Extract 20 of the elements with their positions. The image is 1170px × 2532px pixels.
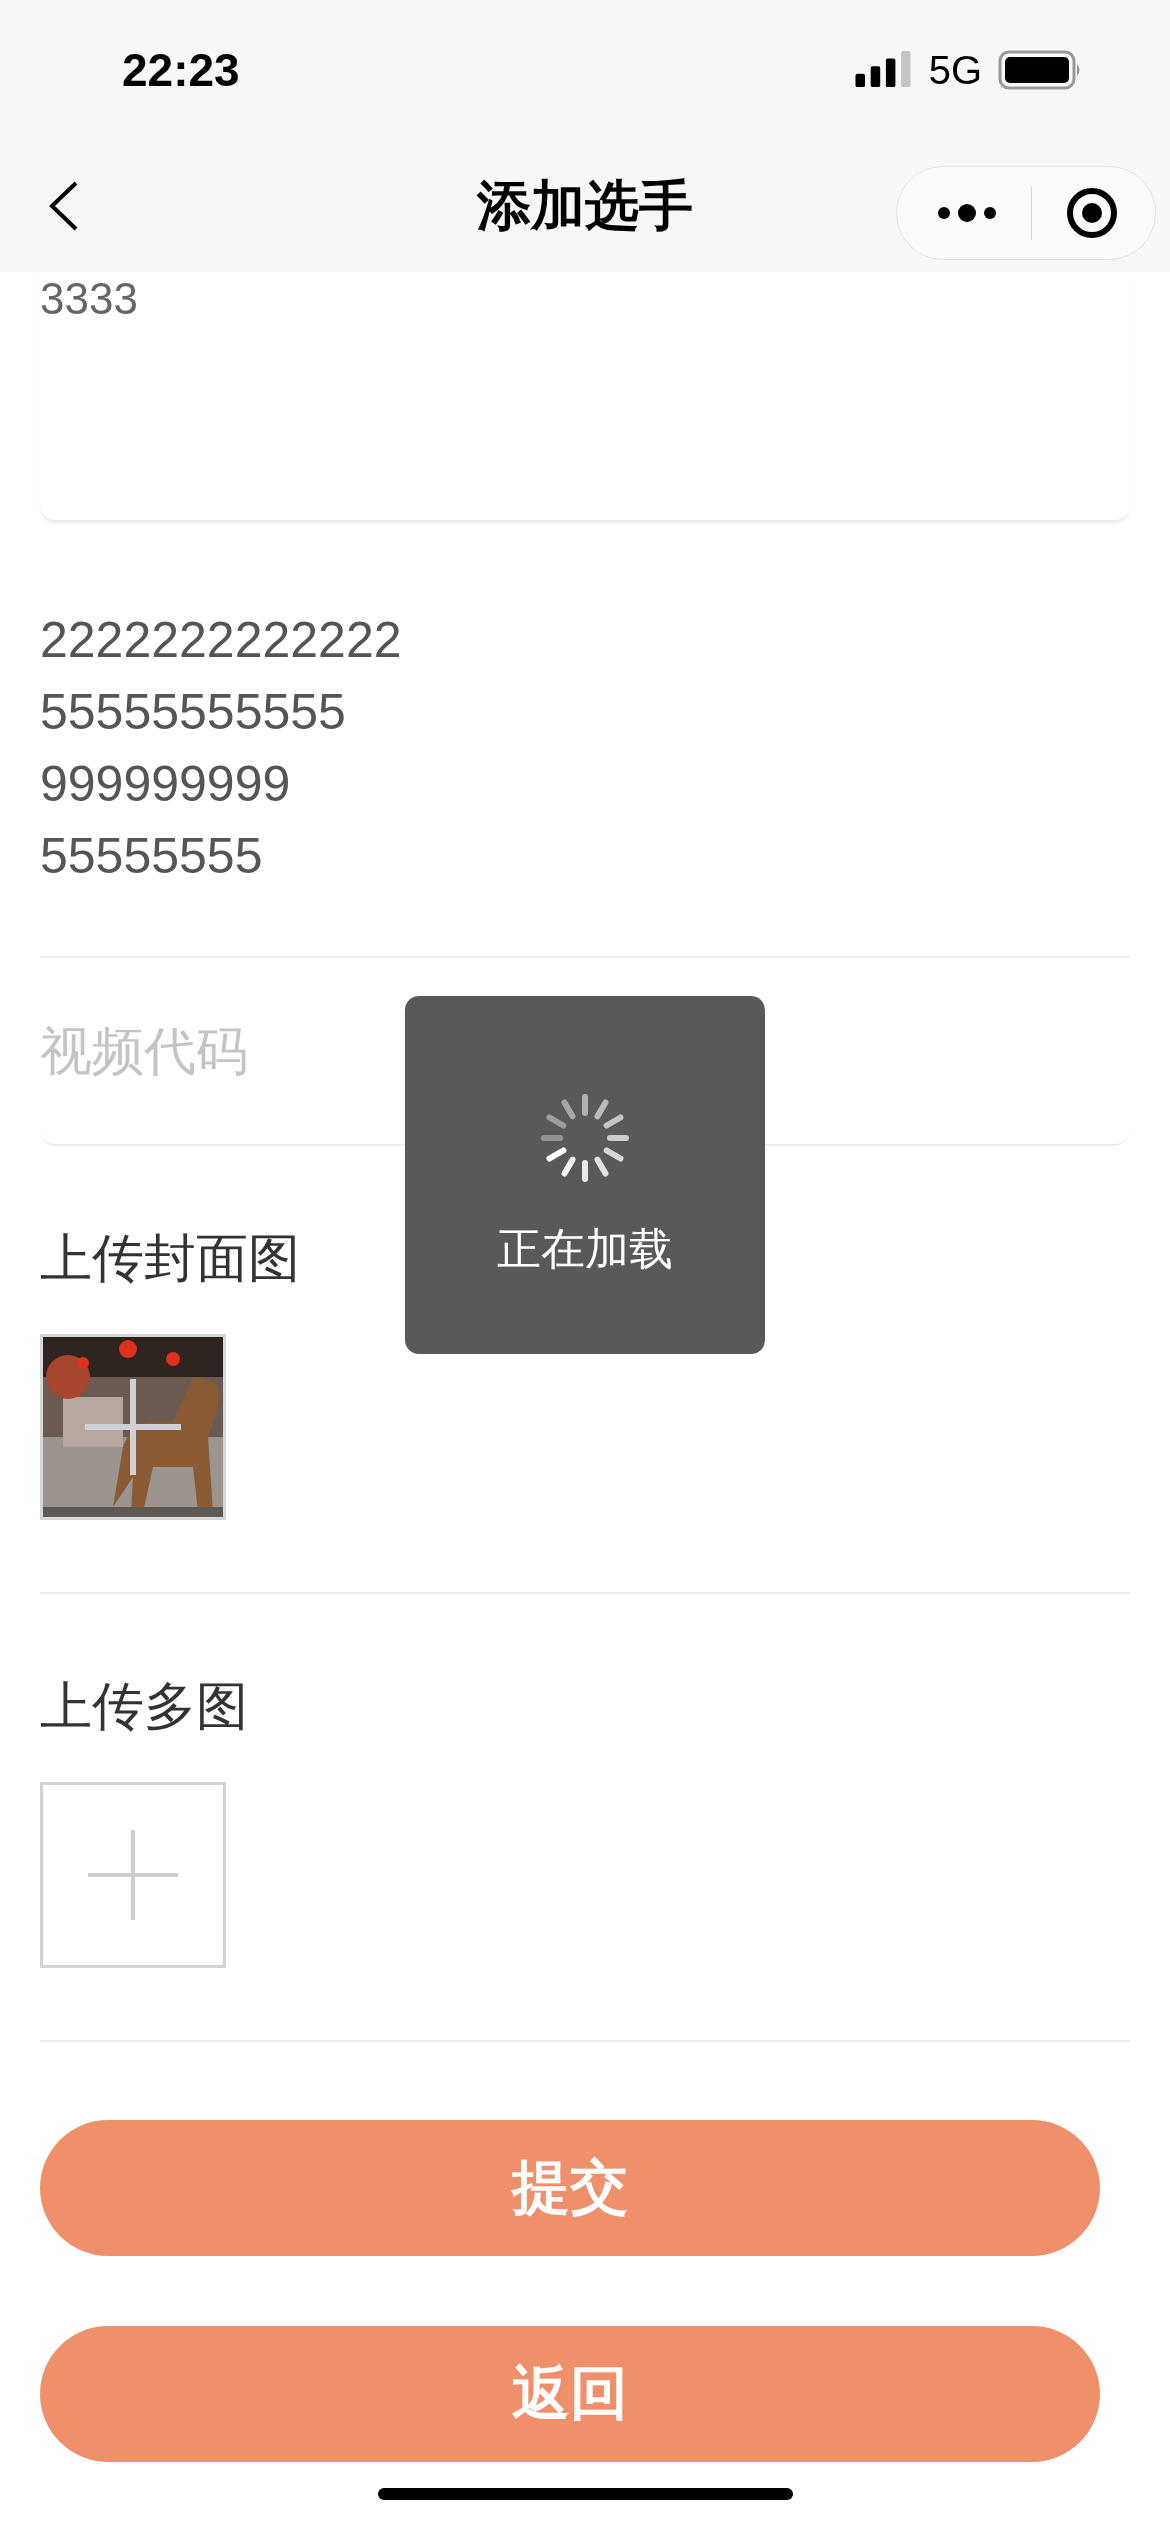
section-label: 上传多图 [40, 1675, 248, 1738]
textarea-field[interactable]: 3333 [40, 272, 1130, 522]
action-button[interactable]: 提交 [40, 2120, 1100, 2256]
textarea-value: 3333 [40, 273, 139, 324]
more-icon[interactable] [937, 203, 997, 223]
text-line: 55555555 [40, 827, 264, 886]
text-line: 2222222222222 [40, 611, 403, 670]
page-title: 添加选手 [477, 172, 693, 239]
spinner-icon [539, 1091, 631, 1184]
battery-icon [998, 50, 1082, 90]
text-line: 999999999 [40, 755, 292, 814]
plus-icon [85, 1379, 181, 1475]
text-line: 55555555555 [40, 683, 347, 742]
toast-text: 正在加载 [497, 1221, 673, 1276]
signal-icon [854, 51, 913, 89]
action-button[interactable]: 返回 [40, 2326, 1100, 2462]
section-label: 上传封面图 [40, 1227, 300, 1290]
plus-icon [88, 1830, 178, 1920]
network-label: 5G [928, 47, 982, 93]
status-time: 22:23 [122, 43, 241, 97]
